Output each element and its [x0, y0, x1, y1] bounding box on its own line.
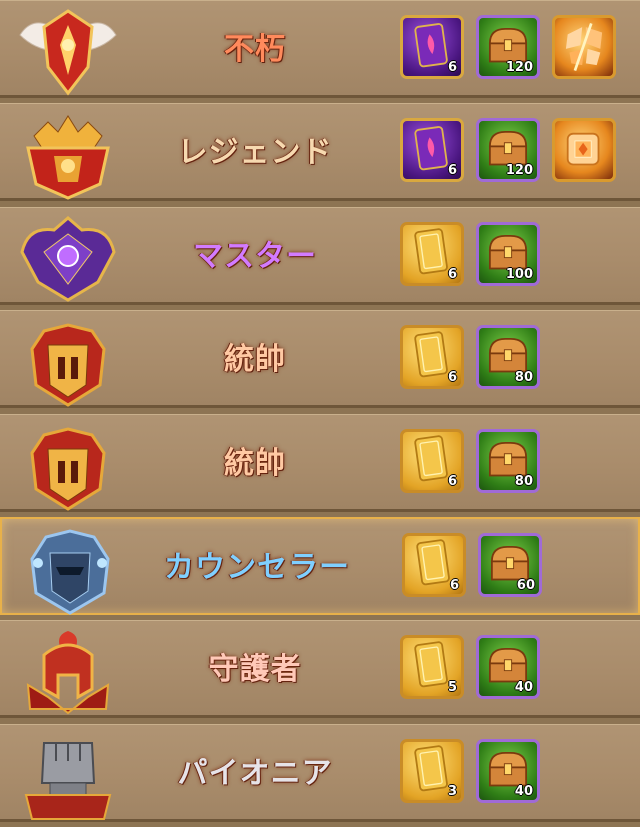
rank-row[interactable]: カウンセラー 6 60 — [0, 517, 640, 615]
reward-item[interactable]: 60 — [478, 533, 542, 597]
reward-quantity: 6 — [447, 60, 457, 75]
reward-item[interactable]: 100 — [476, 222, 540, 286]
reward-item[interactable]: 6 — [400, 118, 464, 182]
rank-title: パイオニア — [177, 756, 333, 791]
reward-item[interactable]: 120 — [476, 118, 540, 182]
reward-item[interactable]: 40 — [476, 739, 540, 803]
rank-row[interactable]: 不朽 6 120 — [0, 0, 640, 98]
crowned-red-crest-emblem-icon — [14, 108, 122, 200]
reward-item[interactable] — [552, 118, 616, 182]
reward-item[interactable]: 3 — [400, 739, 464, 803]
rank-row[interactable]: パイオニア 3 40 — [0, 724, 640, 822]
reward-item[interactable]: 6 — [400, 15, 464, 79]
reward-item[interactable]: 40 — [476, 635, 540, 699]
rank-row[interactable]: マスター 6 100 — [0, 207, 640, 305]
rank-title: 守護者 — [208, 652, 302, 687]
reward-quantity: 120 — [505, 163, 533, 178]
purple-gem-crest-emblem-icon — [14, 212, 122, 304]
reward-quantity: 60 — [516, 578, 535, 593]
rank-reward-list: 不朽 6 120 レジェンド 6 120 マスター 6 100 統帥 6 80 … — [0, 0, 640, 827]
rank-row[interactable]: 守護者 5 40 — [0, 620, 640, 718]
reward-quantity: 6 — [447, 370, 457, 385]
reward-quantity: 6 — [447, 163, 457, 178]
reward-quantity: 6 — [449, 578, 459, 593]
red-gold-helmet-emblem-icon — [14, 315, 122, 407]
reward-item[interactable] — [552, 15, 616, 79]
reward-item[interactable]: 6 — [402, 533, 466, 597]
rank-title: マスター — [193, 239, 317, 274]
reward-quantity: 3 — [447, 784, 457, 799]
rank-title: 不朽 — [224, 32, 286, 67]
reward-item[interactable]: 120 — [476, 15, 540, 79]
reward-quantity: 80 — [514, 370, 533, 385]
reward-item[interactable]: 6 — [400, 429, 464, 493]
reward-item[interactable]: 6 — [400, 222, 464, 286]
rank-title: カウンセラー — [164, 550, 350, 585]
reward-quantity: 6 — [447, 474, 457, 489]
rank-row[interactable]: レジェンド 6 120 — [0, 103, 640, 201]
reward-quantity: 5 — [447, 680, 457, 695]
reward-quantity: 6 — [447, 267, 457, 282]
rank-title: レジェンド — [177, 135, 333, 170]
iron-fist-emblem-icon — [14, 729, 122, 821]
winged-crest-emblem-icon — [14, 5, 122, 97]
reward-quantity: 40 — [514, 680, 533, 695]
rank-title: 統帥 — [224, 446, 286, 481]
reward-item[interactable]: 80 — [476, 429, 540, 493]
rank-title: 統帥 — [224, 342, 286, 377]
reward-item[interactable]: 5 — [400, 635, 464, 699]
reward-quantity: 80 — [514, 474, 533, 489]
spartan-helmet-emblem-icon — [14, 625, 122, 717]
rank-row[interactable]: 統帥 6 80 — [0, 310, 640, 408]
reward-quantity: 40 — [514, 784, 533, 799]
reward-item[interactable]: 80 — [476, 325, 540, 389]
reward-item[interactable]: 6 — [400, 325, 464, 389]
rank-row[interactable]: 統帥 6 80 — [0, 414, 640, 512]
reward-quantity: 100 — [505, 267, 533, 282]
reward-quantity: 120 — [505, 60, 533, 75]
red-gold-helmet-emblem-icon — [14, 419, 122, 511]
steel-blue-helmet-emblem-icon — [16, 523, 124, 615]
